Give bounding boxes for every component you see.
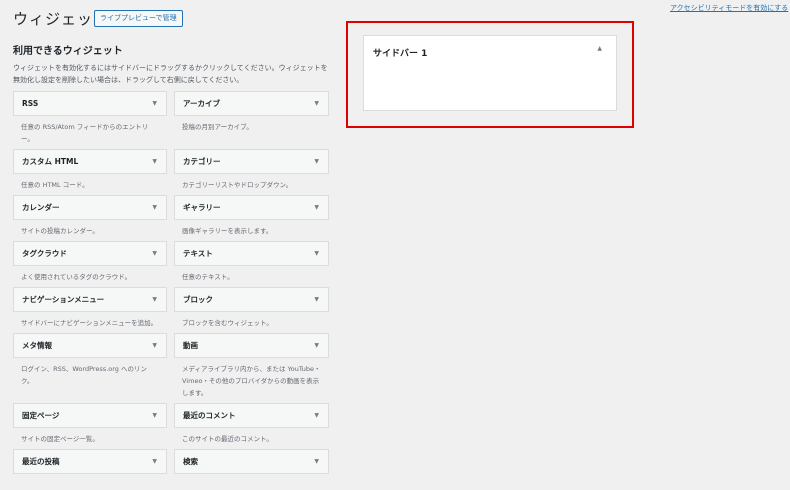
widget-description	[174, 474, 329, 483]
widget-title-bar[interactable]: 最近の投稿 ▼	[13, 449, 167, 474]
widget-name: アーカイブ	[183, 99, 221, 108]
widget-item: テキスト ▼ 任意のテキスト。	[174, 241, 329, 287]
widget-name: テキスト	[183, 249, 213, 258]
widget-title-bar[interactable]: テキスト ▼	[174, 241, 329, 266]
widget-item: 最近のコメント ▼ このサイトの最近のコメント。	[174, 403, 329, 449]
widget-title-bar[interactable]: カテゴリー ▼	[174, 149, 329, 174]
widget-item: ナビゲーションメニュー ▼ サイドバーにナビゲーションメニューを追加。	[13, 287, 167, 333]
widget-title-bar[interactable]: ナビゲーションメニュー ▼	[13, 287, 167, 312]
widget-name: ナビゲーションメニュー	[22, 295, 105, 304]
widget-item: 固定ページ ▼ サイトの固定ページ一覧。	[13, 403, 167, 449]
expand-arrow-icon[interactable]: ▼	[152, 296, 157, 303]
expand-arrow-icon[interactable]: ▼	[314, 158, 319, 165]
widget-item: 検索 ▼	[174, 449, 329, 483]
widget-description: ブロックを含むウィジェット。	[182, 319, 273, 327]
expand-arrow-icon[interactable]: ▼	[152, 412, 157, 419]
widget-item: メタ情報 ▼ ログイン、RSS、WordPress.org へのリンク。	[13, 333, 167, 403]
widget-description: カテゴリーリストやドロップダウン。	[182, 181, 293, 189]
widget-item: タグクラウド ▼ よく使用されているタグのクラウド。	[13, 241, 167, 287]
widget-item: 最近の投稿 ▼	[13, 449, 167, 483]
widget-item: ブロック ▼ ブロックを含むウィジェット。	[174, 287, 329, 333]
widget-item: 動画 ▼ メディアライブラリ内から、または YouTube・Vimeo・その他のプロ…	[174, 333, 329, 403]
widget-item: ギャラリー ▼ 画像ギャラリーを表示します。	[174, 195, 329, 241]
widget-description: サイトの固定ページ一覧。	[21, 435, 99, 443]
widget-description: このサイトの最近のコメント。	[182, 435, 273, 443]
widget-description: よく使用されているタグのクラウド。	[21, 273, 132, 281]
widget-name: メタ情報	[22, 341, 52, 350]
widget-item: カレンダー ▼ サイトの投稿カレンダー。	[13, 195, 167, 241]
widget-name: 最近のコメント	[183, 411, 236, 420]
widget-description: メディアライブラリ内から、または YouTube・Vimeo・その他のプロバイダ…	[182, 365, 321, 397]
accessibility-mode-link[interactable]: アクセシビリティモードを有効にする	[670, 3, 788, 13]
widget-description: 任意の RSS/Atom フィードからのエントリー。	[21, 123, 149, 143]
widget-title-bar[interactable]: ブロック ▼	[174, 287, 329, 312]
widget-description: 任意のテキスト。	[182, 273, 234, 281]
widget-title-bar[interactable]: 動画 ▼	[174, 333, 329, 358]
widget-name: カスタム HTML	[22, 157, 79, 166]
expand-arrow-icon[interactable]: ▼	[314, 458, 319, 465]
sidebar-1-title: サイドバー 1	[373, 49, 428, 59]
expand-arrow-icon[interactable]: ▼	[314, 100, 319, 107]
widget-item: アーカイブ ▼ 投稿の月別アーカイブ。	[174, 91, 329, 149]
available-widgets-intro: ウィジェットを有効化するにはサイドバーにドラッグするかクリックしてください。ウィ…	[13, 64, 328, 84]
widget-item: RSS ▼ 任意の RSS/Atom フィードからのエントリー。	[13, 91, 167, 149]
expand-arrow-icon[interactable]: ▼	[152, 204, 157, 211]
expand-arrow-icon[interactable]: ▼	[152, 158, 157, 165]
widget-description: サイトの投稿カレンダー。	[21, 227, 99, 235]
widget-description: 投稿の月別アーカイブ。	[182, 123, 253, 131]
sidebar-1-panel[interactable]: サイドバー 1 ▲	[363, 35, 617, 111]
widget-title-bar[interactable]: メタ情報 ▼	[13, 333, 167, 358]
widget-title-bar[interactable]: カスタム HTML ▼	[13, 149, 167, 174]
widget-description: ログイン、RSS、WordPress.org へのリンク。	[21, 365, 147, 385]
expand-arrow-icon[interactable]: ▼	[314, 412, 319, 419]
widget-name: カテゴリー	[183, 157, 221, 166]
expand-arrow-icon[interactable]: ▼	[152, 100, 157, 107]
widget-title-bar[interactable]: 最近のコメント ▼	[174, 403, 329, 428]
widget-item: カスタム HTML ▼ 任意の HTML コード。	[13, 149, 167, 195]
widget-name: カレンダー	[22, 203, 60, 212]
widget-description: 任意の HTML コード。	[21, 181, 89, 189]
widget-name: タグクラウド	[22, 249, 67, 258]
expand-arrow-icon[interactable]: ▼	[152, 342, 157, 349]
expand-arrow-icon[interactable]: ▼	[152, 250, 157, 257]
widget-name: ブロック	[183, 295, 213, 304]
available-widgets-heading: 利用できるウィジェット	[13, 46, 123, 57]
widget-title-bar[interactable]: 固定ページ ▼	[13, 403, 167, 428]
widget-title-bar[interactable]: ギャラリー ▼	[174, 195, 329, 220]
expand-arrow-icon[interactable]: ▼	[314, 342, 319, 349]
widget-title-bar[interactable]: タグクラウド ▼	[13, 241, 167, 266]
widget-name: ギャラリー	[183, 203, 221, 212]
widget-name: 動画	[183, 341, 198, 350]
widget-name: 検索	[183, 457, 198, 466]
widget-name: 最近の投稿	[22, 457, 60, 466]
widget-title-bar[interactable]: カレンダー ▼	[13, 195, 167, 220]
widget-description	[13, 474, 167, 483]
expand-arrow-icon[interactable]: ▼	[314, 250, 319, 257]
live-preview-button[interactable]: ライブプレビューで管理	[94, 10, 183, 27]
widget-name: RSS	[22, 99, 39, 108]
widget-list: RSS ▼ 任意の RSS/Atom フィードからのエントリー。 アーカイブ ▼ 投稿の月…	[13, 91, 333, 483]
collapse-arrow-icon[interactable]: ▲	[597, 45, 602, 52]
widget-title-bar[interactable]: RSS ▼	[13, 91, 167, 116]
widget-item: カテゴリー ▼ カテゴリーリストやドロップダウン。	[174, 149, 329, 195]
expand-arrow-icon[interactable]: ▼	[314, 296, 319, 303]
widget-title-bar[interactable]: アーカイブ ▼	[174, 91, 329, 116]
expand-arrow-icon[interactable]: ▼	[152, 458, 157, 465]
widget-description: 画像ギャラリーを表示します。	[182, 227, 273, 235]
widget-description: サイドバーにナビゲーションメニューを追加。	[21, 319, 158, 327]
available-widgets: 利用できるウィジェット ウィジェットを有効化するにはサイドバーにドラッグするかク…	[13, 42, 333, 483]
widget-title-bar[interactable]: 検索 ▼	[174, 449, 329, 474]
expand-arrow-icon[interactable]: ▼	[314, 204, 319, 211]
widget-name: 固定ページ	[22, 411, 60, 420]
